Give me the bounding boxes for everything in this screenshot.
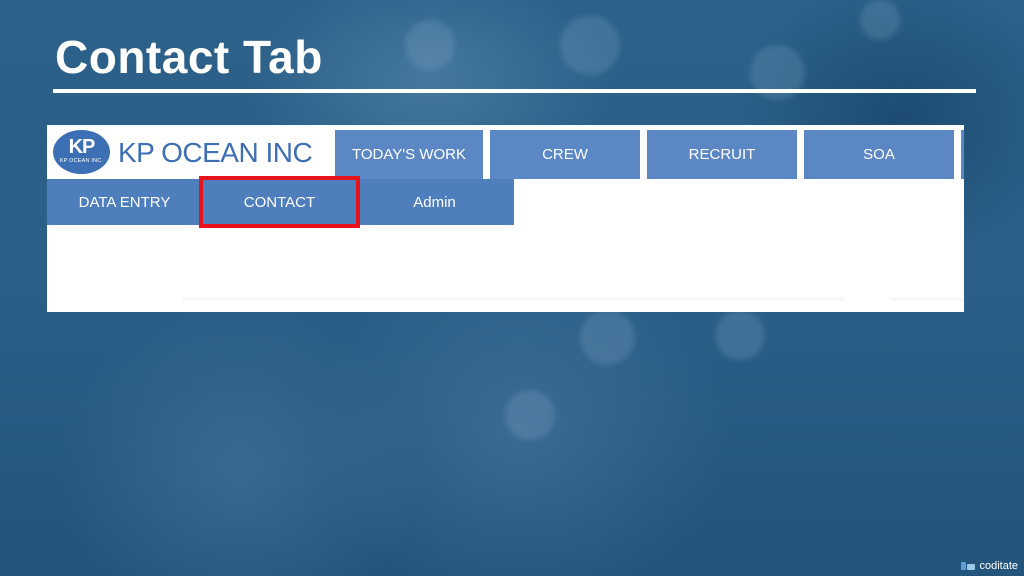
background-bokeh — [860, 0, 900, 40]
tab-overflow[interactable] — [961, 130, 964, 179]
tab-soa[interactable]: SOA — [804, 130, 954, 179]
background-bokeh — [505, 390, 555, 440]
subtab-data-entry[interactable]: DATA ENTRY — [47, 179, 202, 225]
company-logo[interactable]: KP KP OCEAN INC. KP OCEAN INC — [47, 125, 332, 179]
coditate-logo-icon — [961, 562, 976, 570]
logo-badge-text: KP OCEAN INC. — [59, 158, 104, 164]
background-bokeh — [560, 15, 620, 75]
logo-badge-mark: KP — [68, 136, 96, 158]
logo-wordmark: KP OCEAN INC — [118, 137, 313, 168]
main-nav-tabs: TODAY'S WORK CREW RECRUIT SOA — [333, 130, 964, 179]
app-screenshot: KP KP OCEAN INC. KP OCEAN INC TODAY'S WO… — [47, 125, 964, 312]
background-bokeh — [580, 310, 635, 365]
slide-title: Contact Tab — [55, 31, 323, 83]
tab-todays-work[interactable]: TODAY'S WORK — [333, 130, 483, 179]
tab-recruit[interactable]: RECRUIT — [647, 130, 797, 179]
subtab-admin[interactable]: Admin — [357, 179, 512, 225]
content-divider — [891, 297, 964, 301]
background-bokeh — [715, 310, 765, 360]
background-bokeh — [405, 20, 455, 70]
watermark-text: coditate — [979, 560, 1018, 572]
coditate-watermark: coditate — [961, 560, 1018, 572]
tab-crew[interactable]: CREW — [490, 130, 640, 179]
kp-logo-icon: KP KP OCEAN INC. — [53, 130, 110, 174]
subtab-contact[interactable]: CONTACT — [199, 176, 360, 228]
title-divider — [53, 89, 976, 93]
sub-nav-tabs: DATA ENTRY CONTACT Admin — [47, 176, 514, 228]
content-divider — [182, 297, 844, 301]
